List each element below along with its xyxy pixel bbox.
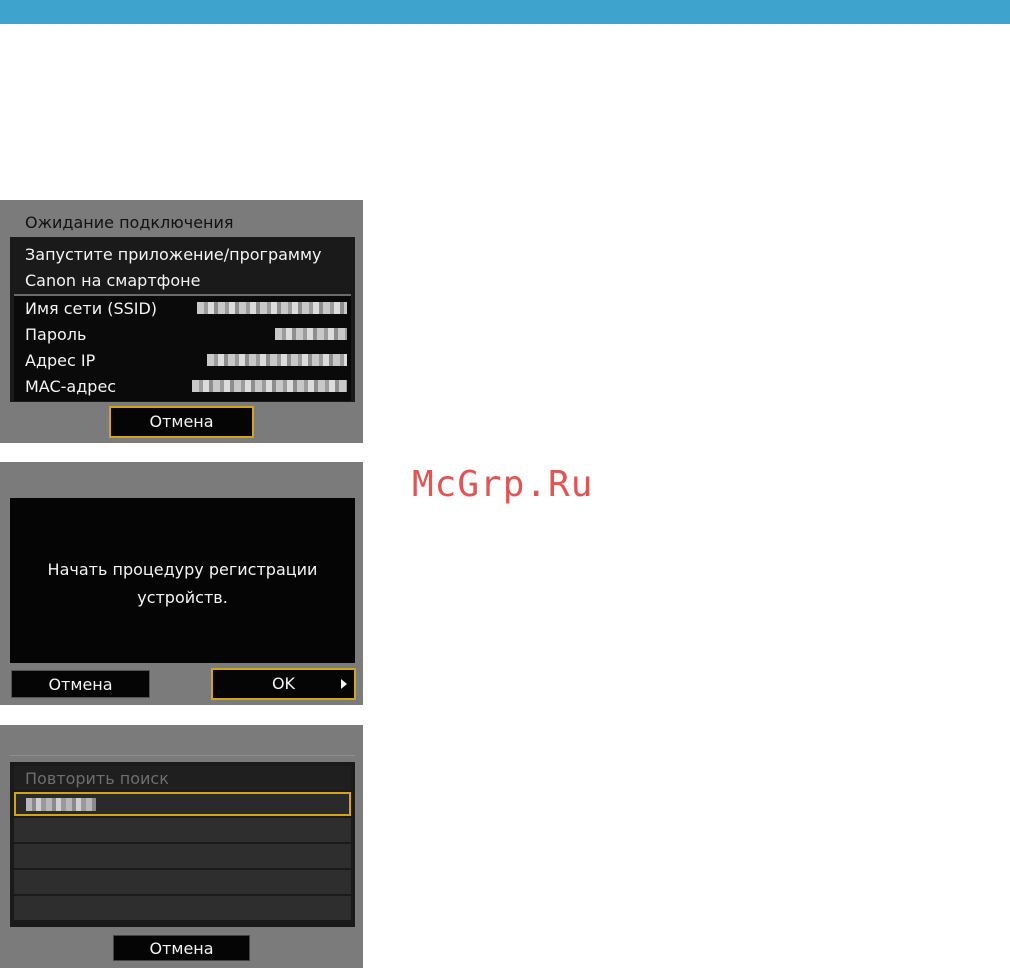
instruction-line-1: Запустите приложение/программу <box>25 245 322 264</box>
info-row-ssid: Имя сети (SSID) <box>14 296 351 322</box>
device-name-redacted <box>26 798 96 811</box>
cancel-button[interactable]: Отмена <box>109 406 254 438</box>
arrow-right-icon <box>341 679 347 689</box>
camera-screen-start-registration: Начать процедуру регистрации устройств. … <box>0 462 363 705</box>
device-list-item[interactable] <box>14 844 351 870</box>
cancel-button[interactable]: Отмена <box>11 670 150 698</box>
divider <box>10 755 355 756</box>
device-list-item[interactable] <box>14 818 351 844</box>
info-row-mac: MAC-адрес <box>14 374 351 400</box>
camera-screen-waiting-connection: Ожидание подключения Запустите приложени… <box>0 200 363 443</box>
camera-screen-device-search: Повторить поиск Отмена <box>0 725 363 968</box>
info-label-password: Пароль <box>25 325 87 344</box>
top-banner <box>0 0 1010 24</box>
info-row-ip: Адрес IP <box>14 348 351 374</box>
watermark-text: McGrp.Ru <box>412 464 594 505</box>
instruction-line-2: Canon на смартфоне <box>25 271 201 290</box>
message-line-2: устройств. <box>137 588 228 607</box>
message-line-1: Начать процедуру регистрации <box>47 560 318 579</box>
ip-value-redacted <box>207 354 347 366</box>
device-list-panel: Повторить поиск <box>10 762 355 927</box>
connection-info-panel: Запустите приложение/программу Canon на … <box>10 237 355 402</box>
info-label-mac: MAC-адрес <box>25 377 117 396</box>
ok-label: OK <box>271 674 296 693</box>
mac-value-redacted <box>192 380 347 392</box>
device-list-item[interactable] <box>14 896 351 922</box>
screen-title: Ожидание подключения <box>25 213 234 232</box>
info-label-ip: Адрес IP <box>25 351 96 370</box>
info-row-password: Пароль <box>14 322 351 348</box>
retry-search-label: Повторить поиск <box>25 769 169 788</box>
cancel-button[interactable]: Отмена <box>113 935 250 961</box>
ok-button[interactable]: OK <box>211 668 356 700</box>
device-list-item[interactable] <box>14 870 351 896</box>
retry-search-item[interactable]: Повторить поиск <box>14 766 351 792</box>
password-value-redacted <box>275 328 347 340</box>
info-label-ssid: Имя сети (SSID) <box>25 299 158 318</box>
message-panel: Начать процедуру регистрации устройств. <box>10 498 355 663</box>
device-list-item-selected[interactable] <box>14 792 351 816</box>
ssid-value-redacted <box>197 302 347 314</box>
network-info-list: Имя сети (SSID) Пароль Адрес IP MAC-адре… <box>14 294 351 401</box>
